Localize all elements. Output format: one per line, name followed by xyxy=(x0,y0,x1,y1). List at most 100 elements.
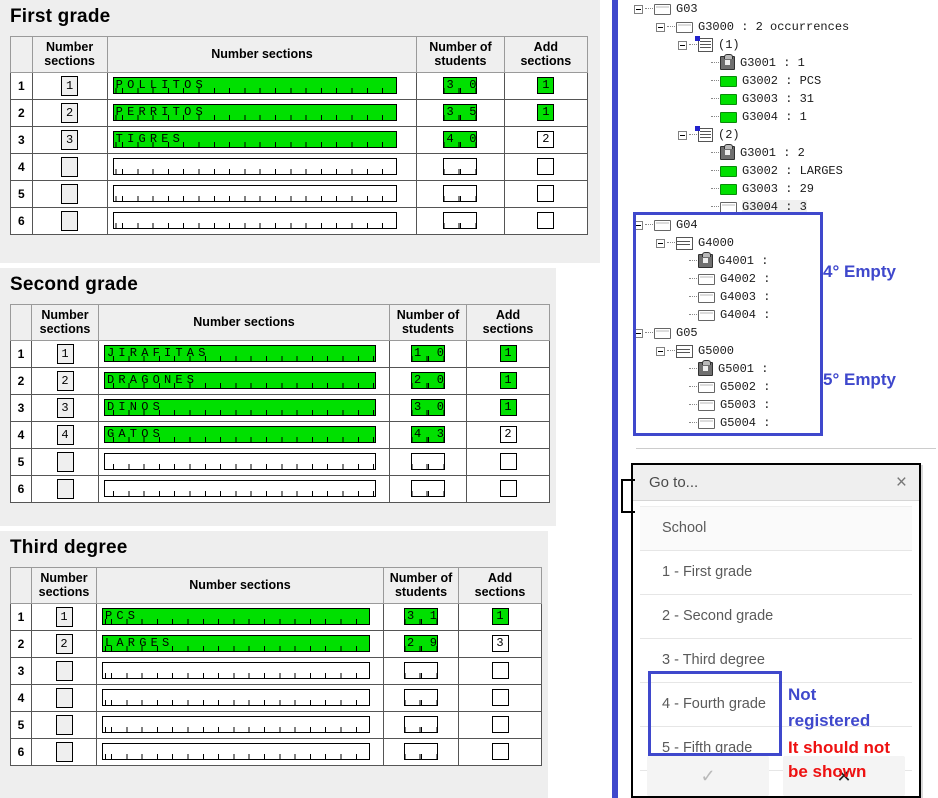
section-number-input[interactable] xyxy=(61,183,79,204)
section-number-input[interactable] xyxy=(55,660,73,681)
add-sections-input[interactable]: 1 xyxy=(499,372,517,390)
add-sections-input[interactable]: 1 xyxy=(499,399,517,417)
section-name-input[interactable]: POLLITOS xyxy=(112,77,397,95)
section-number-input[interactable]: 1 xyxy=(56,343,74,364)
tree-node[interactable]: G3002 : PCS xyxy=(618,72,938,90)
content-scrollbar[interactable] xyxy=(600,0,612,798)
number-of-students-input[interactable]: 3 0 xyxy=(411,399,445,417)
number-of-students-input[interactable] xyxy=(404,743,438,761)
add-sections-input[interactable]: 3 xyxy=(491,635,509,653)
expander-collapse-icon[interactable] xyxy=(656,22,665,32)
section-name-input[interactable] xyxy=(112,185,397,203)
number-of-students-input[interactable] xyxy=(443,185,478,203)
add-sections-input[interactable]: 1 xyxy=(537,77,555,95)
section-name-input[interactable]: LARGES xyxy=(102,635,370,653)
section-number-input[interactable]: 1 xyxy=(61,75,79,96)
add-sections-input[interactable]: 2 xyxy=(537,131,555,149)
section-name-input[interactable] xyxy=(102,743,370,761)
section-name-input[interactable]: GATOS xyxy=(104,426,376,444)
number-of-students-input[interactable]: 2 0 xyxy=(411,372,445,390)
lock-icon xyxy=(720,144,735,160)
section-name-input[interactable]: JIRAFITAS xyxy=(104,345,376,363)
section-name-input[interactable]: PCS xyxy=(102,608,370,626)
section-number-input[interactable] xyxy=(55,687,73,708)
section-number-input[interactable] xyxy=(61,156,79,177)
add-sections-input[interactable] xyxy=(537,185,555,203)
section-number-input[interactable]: 2 xyxy=(55,633,73,654)
section-name-input[interactable]: DRAGONES xyxy=(104,372,376,390)
number-of-students-input[interactable]: 1 0 xyxy=(411,345,445,363)
section-number-input[interactable]: 1 xyxy=(55,606,73,627)
section-number-input[interactable] xyxy=(55,714,73,735)
goto-option-2[interactable]: 2 - Second grade xyxy=(640,595,912,639)
number-of-students-input[interactable]: 4 3 xyxy=(411,426,445,444)
number-of-students-input[interactable] xyxy=(404,662,438,680)
section-number-input[interactable]: 3 xyxy=(61,129,79,150)
add-sections-input[interactable] xyxy=(491,662,509,680)
section-name-input[interactable]: DINOS xyxy=(104,399,376,417)
add-sections-input[interactable] xyxy=(491,716,509,734)
add-sections-input[interactable]: 1 xyxy=(537,104,555,122)
number-of-students-input[interactable] xyxy=(404,716,438,734)
add-sections-input[interactable]: 1 xyxy=(491,608,509,626)
section-name-input[interactable] xyxy=(112,158,397,176)
section-number-input[interactable]: 3 xyxy=(56,397,74,418)
section-name-input[interactable] xyxy=(112,212,397,230)
section-name-cell xyxy=(106,152,418,181)
tree-node[interactable]: G3004 : 1 xyxy=(618,108,938,126)
number-of-students-input[interactable] xyxy=(411,453,445,471)
add-sections-input[interactable] xyxy=(537,212,555,230)
section-name-input[interactable]: PERRITOS xyxy=(112,104,397,122)
add-sections-input[interactable]: 2 xyxy=(499,426,517,444)
section-name-input[interactable] xyxy=(104,480,376,498)
section-name-input[interactable]: TIGRES xyxy=(112,131,397,149)
number-of-students-input[interactable]: 3 5 xyxy=(443,104,478,122)
tree-node[interactable]: G3002 : LARGES xyxy=(618,162,938,180)
expander-collapse-icon[interactable] xyxy=(634,4,643,14)
tree-node[interactable]: G3001 : 2 xyxy=(618,144,938,162)
tree-node[interactable]: G3001 : 1 xyxy=(618,54,938,72)
section-number-cell xyxy=(31,474,99,503)
section-name-input[interactable] xyxy=(102,689,370,707)
number-of-students-input[interactable] xyxy=(411,480,445,498)
confirm-button[interactable]: ✓ xyxy=(647,756,769,796)
section-name-input[interactable] xyxy=(104,453,376,471)
close-icon[interactable]: × xyxy=(896,473,907,492)
tree-node[interactable]: G3003 : 29 xyxy=(618,180,938,198)
section-number-input[interactable]: 2 xyxy=(61,102,79,123)
expander-collapse-icon[interactable] xyxy=(678,40,687,50)
number-of-students-input[interactable]: 3 1 xyxy=(404,608,438,626)
add-sections-input[interactable] xyxy=(537,158,555,176)
add-sections-input[interactable] xyxy=(499,480,517,498)
add-sections-input[interactable] xyxy=(491,743,509,761)
section-name-input[interactable] xyxy=(102,662,370,680)
goto-option-1[interactable]: 1 - First grade xyxy=(640,551,912,595)
number-of-students-input[interactable] xyxy=(443,212,478,230)
section-name-input[interactable] xyxy=(102,716,370,734)
tree-node[interactable]: (1) xyxy=(618,36,938,54)
tree-node[interactable]: (2) xyxy=(618,126,938,144)
number-of-students-input[interactable]: 3 0 xyxy=(443,77,478,95)
section-name-cell: POLLITOS xyxy=(106,71,418,100)
number-of-students-input[interactable]: 4 0 xyxy=(443,131,478,149)
section-number-input[interactable] xyxy=(56,451,74,472)
tree-node[interactable]: G3003 : 31 xyxy=(618,90,938,108)
green-rect-icon xyxy=(720,111,737,123)
tree-node[interactable]: G03 xyxy=(618,0,938,18)
row-index-cell: 6 xyxy=(10,474,32,503)
add-sections-input[interactable]: 1 xyxy=(499,345,517,363)
number-of-students-input[interactable] xyxy=(404,689,438,707)
add-sections-input[interactable] xyxy=(491,689,509,707)
section-number-input[interactable] xyxy=(56,478,74,499)
tree-node[interactable]: G3000 : 2 occurrences xyxy=(618,18,938,36)
goto-option-0[interactable]: School xyxy=(640,506,912,551)
section-number-input[interactable]: 2 xyxy=(56,370,74,391)
section-name-cell: JIRAFITAS xyxy=(98,339,390,368)
add-sections-input[interactable] xyxy=(499,453,517,471)
expander-collapse-icon[interactable] xyxy=(678,130,687,140)
section-number-input[interactable] xyxy=(61,210,79,231)
section-number-input[interactable] xyxy=(55,741,73,762)
section-number-input[interactable]: 4 xyxy=(56,424,74,445)
number-of-students-input[interactable] xyxy=(443,158,478,176)
number-of-students-input[interactable]: 2 9 xyxy=(404,635,438,653)
